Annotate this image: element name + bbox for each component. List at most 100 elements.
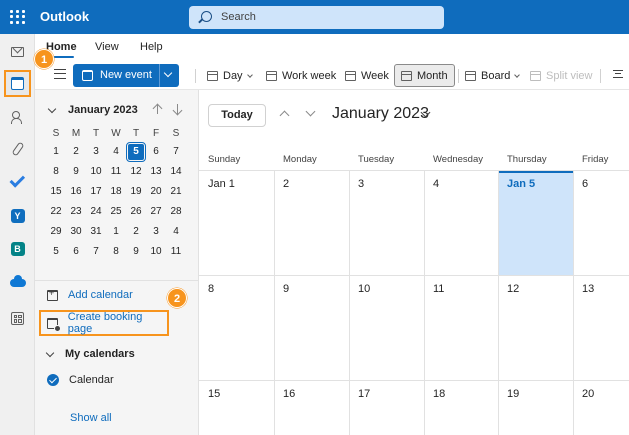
my-calendars-header[interactable]: My calendars [45, 348, 135, 360]
previous-month-icon[interactable] [279, 110, 290, 121]
day-cell-number[interactable]: 9 [283, 283, 289, 295]
mini-day[interactable]: 5 [46, 242, 66, 262]
day-cell-number[interactable]: 18 [433, 388, 445, 400]
mini-day[interactable]: 9 [66, 162, 86, 182]
mini-day[interactable]: 29 [46, 222, 66, 242]
day-cell-number[interactable]: 15 [208, 388, 220, 400]
tab-help[interactable]: Help [140, 41, 163, 53]
mini-day[interactable]: 3 [86, 142, 106, 162]
mini-day[interactable]: 13 [146, 162, 166, 182]
mini-day[interactable]: 26 [126, 202, 146, 222]
mail-button[interactable] [4, 38, 31, 65]
mini-day[interactable]: 7 [86, 242, 106, 262]
mini-day[interactable]: 1 [106, 222, 126, 242]
month-button[interactable]: Month [394, 64, 455, 87]
todo-button[interactable] [4, 168, 31, 195]
day-cell-number[interactable]: 8 [208, 283, 214, 295]
yammer-button[interactable]: Y [4, 202, 31, 229]
mini-day[interactable]: 21 [166, 182, 186, 202]
mini-day[interactable]: 9 [126, 242, 146, 262]
mini-day[interactable]: 8 [46, 162, 66, 182]
day-cell-number[interactable]: Jan 1 [208, 178, 235, 190]
calendar-item[interactable]: Calendar [47, 374, 114, 386]
weekday-header: Monday [283, 154, 317, 165]
mini-day[interactable]: 31 [86, 222, 106, 242]
chevron-down-icon[interactable] [163, 68, 173, 78]
onedrive-button[interactable] [4, 269, 31, 296]
bookings-button[interactable]: B [4, 235, 31, 262]
files-button[interactable] [4, 135, 31, 162]
mini-day[interactable]: 2 [126, 222, 146, 242]
mini-day[interactable]: 28 [166, 202, 186, 222]
week-button[interactable]: Week [339, 64, 395, 87]
day-cell-number[interactable]: 11 [433, 283, 444, 295]
mini-day[interactable]: 22 [46, 202, 66, 222]
mini-day[interactable]: 7 [166, 142, 186, 162]
mini-day[interactable]: 10 [86, 162, 106, 182]
mini-day[interactable]: 27 [146, 202, 166, 222]
search-box[interactable]: Search [189, 6, 444, 29]
mini-day[interactable]: 14 [166, 162, 186, 182]
people-button[interactable] [4, 103, 31, 130]
show-all-link[interactable]: Show all [70, 412, 112, 424]
day-cell-number[interactable]: 12 [507, 283, 519, 295]
collapse-chevron-icon[interactable] [47, 104, 57, 114]
calendar-button[interactable] [4, 70, 31, 97]
mini-day[interactable]: 1 [46, 142, 66, 162]
mini-day[interactable]: 17 [86, 182, 106, 202]
mini-day[interactable]: 24 [86, 202, 106, 222]
menu-icon[interactable] [54, 69, 66, 79]
mini-day[interactable]: 15 [46, 182, 66, 202]
mini-day[interactable]: 16 [66, 182, 86, 202]
day-cell-number[interactable]: 10 [358, 283, 370, 295]
arrow-up-icon[interactable] [152, 102, 164, 116]
add-calendar-link[interactable]: Add calendar [47, 285, 133, 305]
mini-day[interactable]: 6 [66, 242, 86, 262]
mini-day[interactable]: 4 [166, 222, 186, 242]
mini-day[interactable]: 12 [126, 162, 146, 182]
mini-day[interactable]: 6 [146, 142, 166, 162]
app-launcher-icon[interactable] [8, 8, 26, 26]
month-title[interactable]: January 2023 [332, 105, 429, 123]
day-cell-number[interactable]: 3 [358, 178, 364, 190]
day-cell-number[interactable]: 4 [433, 178, 439, 190]
mini-day[interactable]: 3 [146, 222, 166, 242]
mini-day[interactable]: 25 [106, 202, 126, 222]
mini-calendar-title[interactable]: January 2023 [68, 104, 138, 116]
mini-day[interactable]: 10 [146, 242, 166, 262]
next-month-icon[interactable] [305, 106, 316, 117]
checkmark-icon[interactable] [47, 374, 59, 386]
day-cell-number[interactable]: 19 [507, 388, 519, 400]
mini-day[interactable]: 23 [66, 202, 86, 222]
day-cell-number[interactable]: 13 [582, 283, 594, 295]
mini-day[interactable]: 4 [106, 142, 126, 162]
create-booking-page-label: Create booking page [67, 311, 143, 335]
mini-day[interactable]: 19 [126, 182, 146, 202]
mini-day[interactable]: 20 [146, 182, 166, 202]
day-cell-number[interactable]: 16 [283, 388, 295, 400]
today-button[interactable]: Today [208, 104, 266, 127]
day-cell-number[interactable]: Jan 5 [507, 178, 535, 190]
arrow-down-icon[interactable] [172, 102, 184, 116]
mini-day[interactable]: 11 [106, 162, 126, 182]
day-view-button[interactable]: Day [201, 64, 258, 87]
split-view-button[interactable]: Split view [524, 64, 598, 87]
mini-day[interactable]: 18 [106, 182, 126, 202]
mini-day[interactable]: 30 [66, 222, 86, 242]
mini-day[interactable]: 8 [106, 242, 126, 262]
new-event-button[interactable]: New event [73, 64, 179, 87]
create-booking-page-link[interactable]: Create booking page [39, 310, 169, 336]
day-cell-number[interactable]: 20 [582, 388, 594, 400]
mini-day[interactable]: 11 [166, 242, 186, 262]
day-cell-number[interactable]: 6 [582, 178, 588, 190]
filter-icon[interactable] [613, 70, 623, 78]
work-week-button[interactable]: Work week [260, 64, 342, 87]
mini-day[interactable]: 5 [126, 142, 146, 162]
day-cell-number[interactable]: 2 [283, 178, 289, 190]
mini-day[interactable]: 2 [66, 142, 86, 162]
board-button[interactable]: Board [459, 64, 525, 87]
day-cell-number[interactable]: 17 [358, 388, 370, 400]
more-apps-button[interactable] [4, 305, 31, 332]
tab-view[interactable]: View [95, 41, 119, 53]
app-title[interactable]: Outlook [40, 9, 89, 24]
